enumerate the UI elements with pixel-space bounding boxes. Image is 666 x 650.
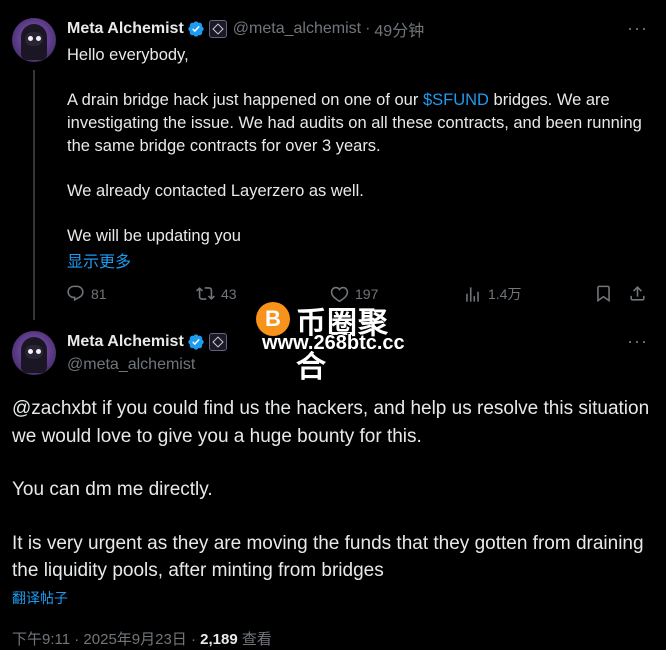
tweet-header: Meta Alchemist @meta_alchemist · 49分钟 (67, 18, 424, 40)
tweet-greeting: Hello everybody, (67, 46, 189, 64)
display-name[interactable]: Meta Alchemist (67, 20, 184, 38)
repost-button[interactable]: 43 (196, 284, 237, 303)
tweet-paragraph: We will be updating you (67, 227, 241, 245)
affiliate-badge-icon[interactable] (208, 20, 227, 38)
translate-post-link[interactable]: 翻译帖子 (12, 588, 68, 608)
tweet-paragraph: We already contacted Layerzero as well. (67, 182, 364, 200)
cashtag-link[interactable]: $SFUND (423, 91, 489, 109)
post-metadata: 下午9:11 · 2025年9月23日 · 2,189 查看 (12, 628, 272, 649)
tweet-paragraph: A drain bridge hack just happened on one… (67, 89, 647, 158)
show-more-link[interactable]: 显示更多 (67, 248, 131, 272)
avatar[interactable] (12, 18, 56, 62)
time-ago[interactable]: 49分钟 (374, 17, 424, 41)
verified-badge-icon (188, 334, 204, 350)
timestamp[interactable]: 下午9:11 · 2025年9月23日 · (12, 631, 200, 648)
analytics-icon (466, 286, 479, 302)
tweet-paragraph: You can dm me directly. (12, 479, 213, 500)
watermark: B 币圈聚合 www.268btc.cc (256, 298, 416, 384)
reply-count: 81 (91, 285, 107, 302)
display-name[interactable]: Meta Alchemist (67, 333, 184, 351)
tweet-header: Meta Alchemist (67, 331, 227, 353)
bitcoin-logo-icon: B (256, 302, 290, 336)
reply-icon (67, 285, 84, 302)
tweet-paragraph: @zachxbt if you could find us the hacker… (12, 398, 650, 447)
share-icon (630, 286, 645, 301)
thread-line (33, 70, 35, 320)
watermark-url: www.268btc.cc (262, 332, 405, 354)
verified-badge-icon (188, 21, 204, 37)
views-button[interactable]: 1.4万 (463, 284, 521, 304)
affiliate-badge-icon[interactable] (208, 333, 227, 351)
handle[interactable]: @meta_alchemist (233, 20, 361, 38)
tweet-text: Hello everybody, A drain bridge hack jus… (67, 44, 647, 248)
avatar[interactable] (12, 331, 56, 375)
separator: · (365, 20, 371, 37)
handle[interactable]: @meta_alchemist (67, 356, 195, 374)
more-options-icon[interactable]: ··· (627, 18, 648, 39)
view-count: 1.4万 (488, 286, 522, 302)
tweet-text: @zachxbt if you could find us the hacker… (12, 395, 652, 585)
repost-icon (196, 287, 215, 300)
views-label: 查看 (237, 631, 272, 648)
tweet-paragraph: It is very urgent as they are moving the… (12, 532, 644, 582)
share-button[interactable] (628, 284, 647, 303)
text-segment: A drain bridge hack just happened on one… (67, 91, 423, 109)
bookmark-icon (597, 285, 610, 303)
view-count: 2,189 (200, 631, 238, 648)
reply-button[interactable]: 81 (66, 284, 107, 303)
bookmark-button[interactable] (594, 284, 613, 303)
repost-count: 43 (221, 285, 237, 302)
more-options-icon[interactable]: ··· (627, 331, 648, 352)
tweet-1: Meta Alchemist @meta_alchemist · 49分钟 ··… (0, 0, 666, 322)
